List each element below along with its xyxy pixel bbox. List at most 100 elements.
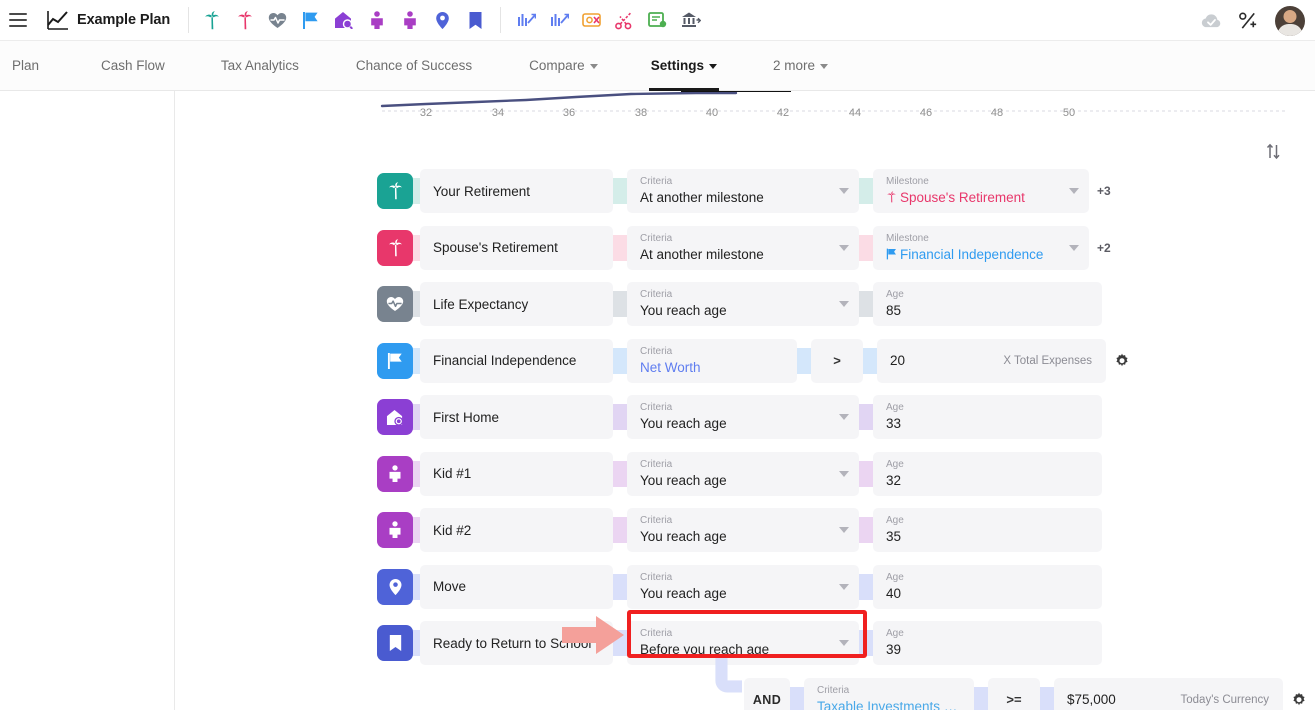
- life-expectancy-heart-icon[interactable]: [267, 10, 288, 31]
- kid-2-icon[interactable]: [399, 10, 420, 31]
- axis-tick: 46: [920, 107, 932, 119]
- criteria-dropdown[interactable]: Criteria Taxable Investments Balan…: [804, 678, 974, 710]
- criteria-dropdown[interactable]: Criteria You reach age: [627, 565, 859, 609]
- amount-input[interactable]: $75,000 Today's Currency: [1054, 678, 1283, 710]
- row-connector: [974, 687, 988, 710]
- axis-tick: 42: [777, 107, 789, 119]
- operator-dropdown[interactable]: >: [811, 339, 863, 383]
- extra-count-badge[interactable]: +2: [1097, 241, 1111, 255]
- criteria-value: At another milestone: [640, 189, 846, 206]
- spouses-retirement-palm-icon[interactable]: [234, 10, 255, 31]
- threshold-input[interactable]: 20 X Total Expenses: [877, 339, 1106, 383]
- criteria-dropdown[interactable]: Criteria You reach age: [627, 395, 859, 439]
- table-row: Spouse's Retirement Criteria At another …: [176, 220, 1315, 277]
- row-connector: [613, 630, 627, 656]
- milestone-name-field[interactable]: Life Expectancy: [420, 282, 613, 326]
- milestone-reference-dropdown[interactable]: Milestone Financial Independence: [873, 226, 1089, 270]
- criteria-label: Criteria: [640, 402, 846, 414]
- tab-label: Chance of Success: [356, 58, 472, 73]
- age-input[interactable]: Age 32: [873, 452, 1102, 496]
- life-expectancy-heart-icon[interactable]: [377, 286, 413, 322]
- operator-dropdown[interactable]: >=: [988, 678, 1040, 710]
- criteria-value: You reach age: [640, 472, 846, 489]
- tab-cash-flow[interactable]: Cash Flow: [99, 41, 167, 91]
- hamburger-menu-icon[interactable]: [9, 13, 27, 27]
- milestone-name-field[interactable]: Kid #2: [420, 508, 613, 552]
- spouses-retirement-palm-icon[interactable]: [377, 230, 413, 266]
- tab-settings[interactable]: Settings: [649, 41, 719, 91]
- timeline-chart: 32 34 36 38 40 42 44 46 48 50: [176, 91, 1315, 138]
- table-row: Kid #2 Criteria You reach age Age 35: [176, 502, 1315, 559]
- criteria-dropdown[interactable]: Criteria You reach age: [627, 508, 859, 552]
- estate-gift-icon[interactable]: [647, 10, 668, 31]
- expenses-chart-icon[interactable]: [548, 10, 569, 31]
- criteria-dropdown[interactable]: Criteria Before you reach age: [627, 621, 859, 665]
- age-input[interactable]: Age 39: [873, 621, 1102, 665]
- chart-logo-icon[interactable]: [47, 9, 69, 31]
- milestone-reference-dropdown[interactable]: Milestone Spouse's Retirement: [873, 169, 1089, 213]
- milestone-name-field[interactable]: Move: [420, 565, 613, 609]
- bank-transfer-icon[interactable]: [680, 10, 701, 31]
- age-input[interactable]: Age 40: [873, 565, 1102, 609]
- chevron-down-icon: [820, 64, 828, 69]
- milestone-name-field[interactable]: Financial Independence: [420, 339, 613, 383]
- milestone-name-field[interactable]: Your Retirement: [420, 169, 613, 213]
- tab-chance-of-success[interactable]: Chance of Success: [354, 41, 474, 91]
- tab-label: Compare: [529, 58, 585, 73]
- tab-compare[interactable]: Compare: [527, 41, 600, 91]
- kid-1-icon[interactable]: [366, 10, 387, 31]
- tab-tax-analytics[interactable]: Tax Analytics: [219, 41, 301, 91]
- milestone-name: Kid #1: [433, 465, 600, 482]
- chevron-down-icon: [839, 471, 849, 477]
- criteria-label: Criteria: [640, 515, 846, 527]
- ready-to-return-to-school-icon[interactable]: [465, 10, 486, 31]
- tax-card-icon[interactable]: [581, 10, 602, 31]
- criteria-dropdown[interactable]: Criteria At another milestone: [627, 226, 859, 270]
- cloud-saved-icon[interactable]: [1201, 10, 1222, 31]
- tab-2-more[interactable]: 2 more: [771, 41, 830, 91]
- move-pin-icon[interactable]: [432, 10, 453, 31]
- milestone-name-field[interactable]: First Home: [420, 395, 613, 439]
- sort-arrows-icon[interactable]: [1260, 138, 1286, 164]
- ready-to-return-to-school-icon[interactable]: [377, 625, 413, 661]
- and-operator[interactable]: AND: [744, 678, 790, 710]
- milestone-name-field[interactable]: Spouse's Retirement: [420, 226, 613, 270]
- age-input[interactable]: Age 85: [873, 282, 1102, 326]
- your-retirement-palm-icon[interactable]: [377, 173, 413, 209]
- milestone-name: First Home: [433, 409, 600, 426]
- criteria-dropdown[interactable]: Criteria You reach age: [627, 282, 859, 326]
- criteria-dropdown[interactable]: Criteria Net Worth: [627, 339, 797, 383]
- kid-2-icon[interactable]: [377, 512, 413, 548]
- financial-independence-flag-icon[interactable]: [300, 10, 321, 31]
- chevron-down-icon: [839, 584, 849, 590]
- scissors-icon[interactable]: [614, 10, 635, 31]
- row-connector: [797, 348, 811, 374]
- financial-independence-flag-icon[interactable]: [377, 343, 413, 379]
- row-connector: [613, 574, 627, 600]
- move-pin-icon[interactable]: [377, 569, 413, 605]
- tab-plan[interactable]: Plan: [10, 41, 41, 91]
- age-label: Age: [886, 572, 1089, 584]
- milestone-name-field[interactable]: Ready to Return to School: [420, 621, 613, 665]
- age-input[interactable]: Age 35: [873, 508, 1102, 552]
- user-avatar[interactable]: [1275, 6, 1305, 36]
- kid-1-icon[interactable]: [377, 456, 413, 492]
- income-chart-icon[interactable]: [515, 10, 536, 31]
- chevron-down-icon: [1069, 188, 1079, 194]
- age-input[interactable]: Age 33: [873, 395, 1102, 439]
- first-home-icon[interactable]: [377, 399, 413, 435]
- first-home-icon[interactable]: [333, 10, 354, 31]
- criteria-dropdown[interactable]: Criteria You reach age: [627, 452, 859, 496]
- milestone-name: Spouse's Retirement: [433, 239, 600, 256]
- criteria-value: You reach age: [640, 415, 846, 432]
- settings-gear-icon[interactable]: [1112, 351, 1132, 371]
- milestone-name-field[interactable]: Kid #1: [420, 452, 613, 496]
- extra-count-badge[interactable]: +3: [1097, 184, 1111, 198]
- percent-tool-icon[interactable]: [1238, 10, 1259, 31]
- criteria-label: Criteria: [640, 233, 846, 245]
- settings-gear-icon[interactable]: [1289, 690, 1309, 710]
- criteria-value: Taxable Investments Balan…: [817, 698, 963, 710]
- axis-tick: 40: [706, 107, 718, 119]
- your-retirement-palm-icon[interactable]: [201, 10, 222, 31]
- criteria-dropdown[interactable]: Criteria At another milestone: [627, 169, 859, 213]
